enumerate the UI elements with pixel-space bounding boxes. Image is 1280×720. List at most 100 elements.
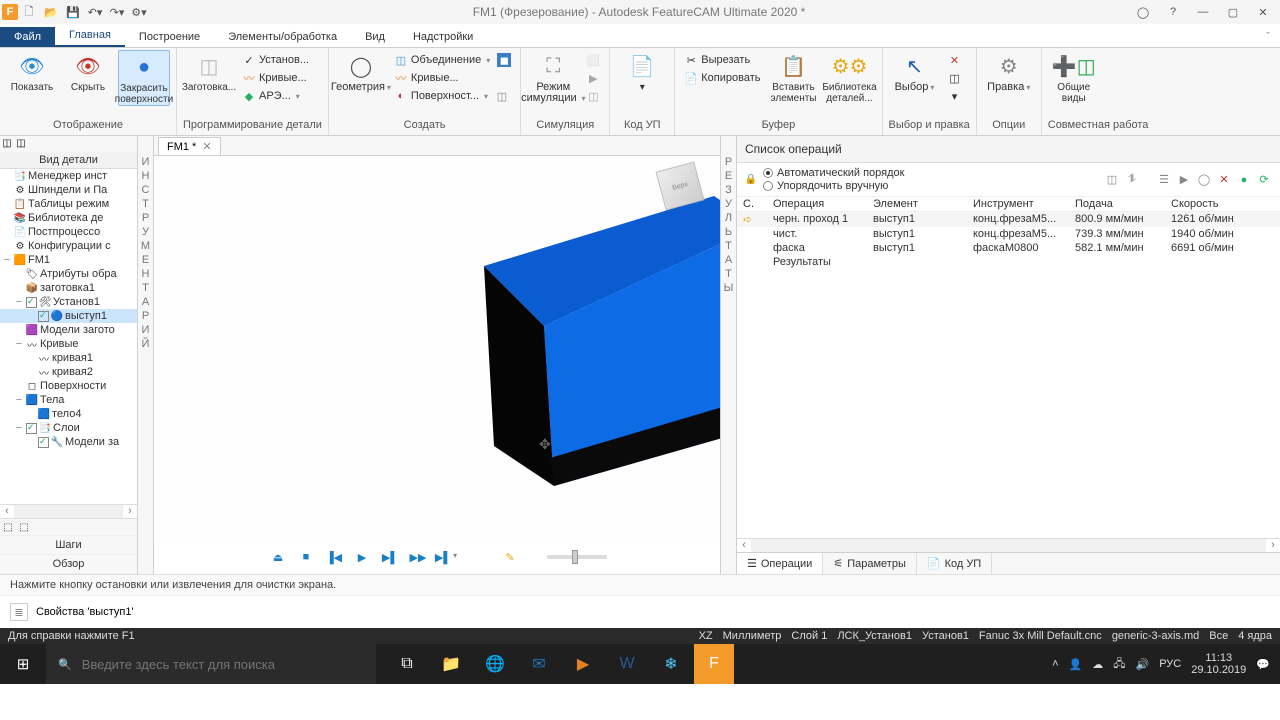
sim-mode-button[interactable]: ⛶Режим симуляции ▾ — [527, 50, 579, 104]
skip-back-icon[interactable]: ▐◀ — [323, 551, 345, 564]
ops-row[interactable]: фаскавыступ1фаскаM0800582.1 мм/мин6691 о… — [737, 241, 1280, 255]
chrome-icon[interactable]: 🌐 — [474, 644, 516, 684]
show-button[interactable]: 👁Показать — [6, 50, 58, 93]
part-tree[interactable]: 📑Менеджер инст⚙Шпиндели и Па📋Таблицы реж… — [0, 169, 137, 504]
tray-clock[interactable]: 11:1329.10.2019 — [1191, 652, 1246, 676]
help-icon[interactable]: ? — [1158, 2, 1188, 22]
tray-people-icon[interactable]: 👤 — [1069, 658, 1083, 671]
account-icon[interactable]: ◯ — [1128, 2, 1158, 22]
play-icon[interactable]: ▶ — [351, 551, 373, 564]
lp-foot-ico2[interactable]: ⬚ — [18, 521, 30, 533]
tray-cloud-icon[interactable]: ☁ — [1092, 658, 1103, 671]
surfaces-button[interactable]: ◐Поверхност...▾◫ — [391, 88, 514, 104]
tree-item[interactable]: 🔧Модели за — [0, 435, 137, 449]
overview-tab[interactable]: Обзор — [0, 555, 137, 574]
start-button[interactable]: ⊞ — [0, 644, 46, 684]
tree-item[interactable]: 📦заготовка1 — [0, 281, 137, 295]
ops-ico-1[interactable]: ◫ — [1104, 172, 1120, 188]
select-button[interactable]: ↖Выбор▾ — [889, 50, 941, 93]
minimize-button[interactable]: — — [1188, 2, 1218, 22]
fast-fwd-icon[interactable]: ▶▶ — [407, 551, 429, 564]
steps-tab[interactable]: Шаги — [0, 536, 137, 555]
ops-hscroll[interactable]: ‹› — [737, 538, 1280, 552]
library-button[interactable]: ⚙⚙Библиотека деталей... — [824, 50, 876, 104]
status-all[interactable]: Все — [1209, 630, 1228, 642]
tree-item[interactable]: 🟪Модели загото — [0, 323, 137, 337]
tab-operations[interactable]: ☰Операции — [737, 553, 823, 574]
tree-item[interactable]: 📚Библиотека де — [0, 211, 137, 225]
menu-tab-home[interactable]: Главная — [55, 25, 125, 47]
lock-icon[interactable]: 🔒 — [745, 174, 757, 186]
tray-lang[interactable]: РУС — [1159, 658, 1181, 670]
setups-button[interactable]: ✓Установ... — [239, 52, 312, 68]
ops-ico-play[interactable]: ▶ — [1176, 172, 1192, 188]
edit-button[interactable]: ⚙Правка▾ — [983, 50, 1035, 93]
status-units[interactable]: Миллиметр — [723, 630, 782, 642]
status-plane[interactable]: XZ — [699, 630, 713, 642]
ops-ico-ok[interactable]: ● — [1236, 172, 1252, 188]
canvas-3d[interactable]: ✥ Верх — [154, 156, 720, 540]
tree-item[interactable]: 📄Постпроцессо — [0, 225, 137, 239]
shared-views-button[interactable]: ➕◫Общие виды — [1048, 50, 1100, 104]
cut-button[interactable]: ✂Вырезать — [681, 52, 763, 68]
nc-button[interactable]: 📄▾ — [616, 50, 668, 93]
results-strip[interactable]: РЕЗУЛЬТАТЫ — [720, 136, 736, 574]
word-icon[interactable]: W — [606, 644, 648, 684]
tree-item[interactable]: 🏷Атрибуты обра — [0, 267, 137, 281]
tree-item[interactable]: 🟦тело4 — [0, 407, 137, 421]
union-button[interactable]: ◫Объединение▾◼ — [391, 52, 514, 68]
outlook-icon[interactable]: ✉ — [518, 644, 560, 684]
tray-notifications-icon[interactable]: 💬 — [1256, 658, 1270, 671]
menu-tab-elements[interactable]: Элементы/обработка — [214, 27, 351, 47]
curves-create-button[interactable]: 〰Кривые... — [391, 70, 514, 86]
task-view-icon[interactable]: ⧉ — [386, 644, 428, 684]
tray-chevron-icon[interactable]: ˄ — [1052, 658, 1058, 670]
menu-file[interactable]: Файл — [0, 27, 55, 47]
curves-part-button[interactable]: 〰Кривые... — [239, 70, 312, 86]
open-icon[interactable]: 📂 — [42, 3, 60, 21]
maximize-button[interactable]: ▢ — [1218, 2, 1248, 22]
sel-sub3[interactable]: ▾ — [945, 88, 965, 104]
ops-ico-list[interactable]: ☰ — [1156, 172, 1172, 188]
tab-params[interactable]: ⚟Параметры — [823, 553, 917, 574]
shade-surfaces-button[interactable]: ●Закрасить поверхности — [118, 50, 170, 106]
explorer-icon[interactable]: 📁 — [430, 644, 472, 684]
status-layer[interactable]: Слой 1 — [791, 630, 827, 642]
status-lcs[interactable]: ЛСК_Установ1 — [837, 630, 912, 642]
tray-network-icon[interactable]: 🖧 — [1113, 655, 1125, 674]
move-sub[interactable]: ◫ — [945, 70, 965, 86]
speed-slider[interactable] — [547, 555, 607, 559]
ops-row[interactable]: ➪черн. проход 1выступ1конц.фрезаM5...800… — [737, 212, 1280, 227]
ops-ico-stop[interactable]: ✕ — [1216, 172, 1232, 188]
delete-button[interactable]: ✕ — [945, 52, 965, 68]
tree-item[interactable]: 〰кривая1 — [0, 351, 137, 365]
undo-icon[interactable]: ↶▾ — [86, 3, 104, 21]
doc-tab-close-icon[interactable]: ✕ — [202, 140, 211, 153]
tab-nc[interactable]: 📄Код УП — [917, 553, 992, 574]
toolbox-strip[interactable]: ИНСТРУМЕНТАРИЙ — [138, 136, 154, 574]
search-input[interactable] — [82, 657, 364, 672]
close-button[interactable]: ✕ — [1248, 2, 1278, 22]
tree-item[interactable]: −🛠Установ1 — [0, 295, 137, 309]
taskbar-search[interactable]: 🔍 — [46, 644, 376, 684]
tree-item[interactable]: 〰кривая2 — [0, 365, 137, 379]
ribbon-collapse-icon[interactable]: ˇ — [1256, 27, 1280, 47]
pencil-icon[interactable]: ✎ — [499, 551, 521, 564]
status-setup[interactable]: Установ1 — [922, 630, 969, 642]
featurecam-icon[interactable]: F — [694, 644, 734, 684]
ops-row[interactable]: чист.выступ1конц.фрезаM5...739.3 мм/мин1… — [737, 227, 1280, 241]
end-icon[interactable]: ▶▌▾ — [435, 551, 457, 564]
lp-tool-2[interactable]: ◫ — [15, 137, 27, 149]
ops-ico-refresh[interactable]: ⟳ — [1256, 172, 1272, 188]
menu-tab-addons[interactable]: Надстройки — [399, 27, 487, 47]
tree-item[interactable]: −🟧FM1 — [0, 253, 137, 267]
hide-button[interactable]: 👁Скрыть — [62, 50, 114, 93]
document-tab[interactable]: FM1 * ✕ — [158, 137, 221, 155]
eject-icon[interactable]: ⏏ — [267, 551, 289, 564]
ops-ico-x[interactable]: ◯ — [1196, 172, 1212, 188]
redo-icon[interactable]: ↷▾ — [108, 3, 126, 21]
properties-icon[interactable]: ≣ — [10, 603, 28, 621]
status-post[interactable]: Fanuc 3x Mill Default.cnc — [979, 630, 1102, 642]
save-icon[interactable]: 💾 — [64, 3, 82, 21]
skip-fwd-icon[interactable]: ▶▌ — [379, 551, 401, 564]
